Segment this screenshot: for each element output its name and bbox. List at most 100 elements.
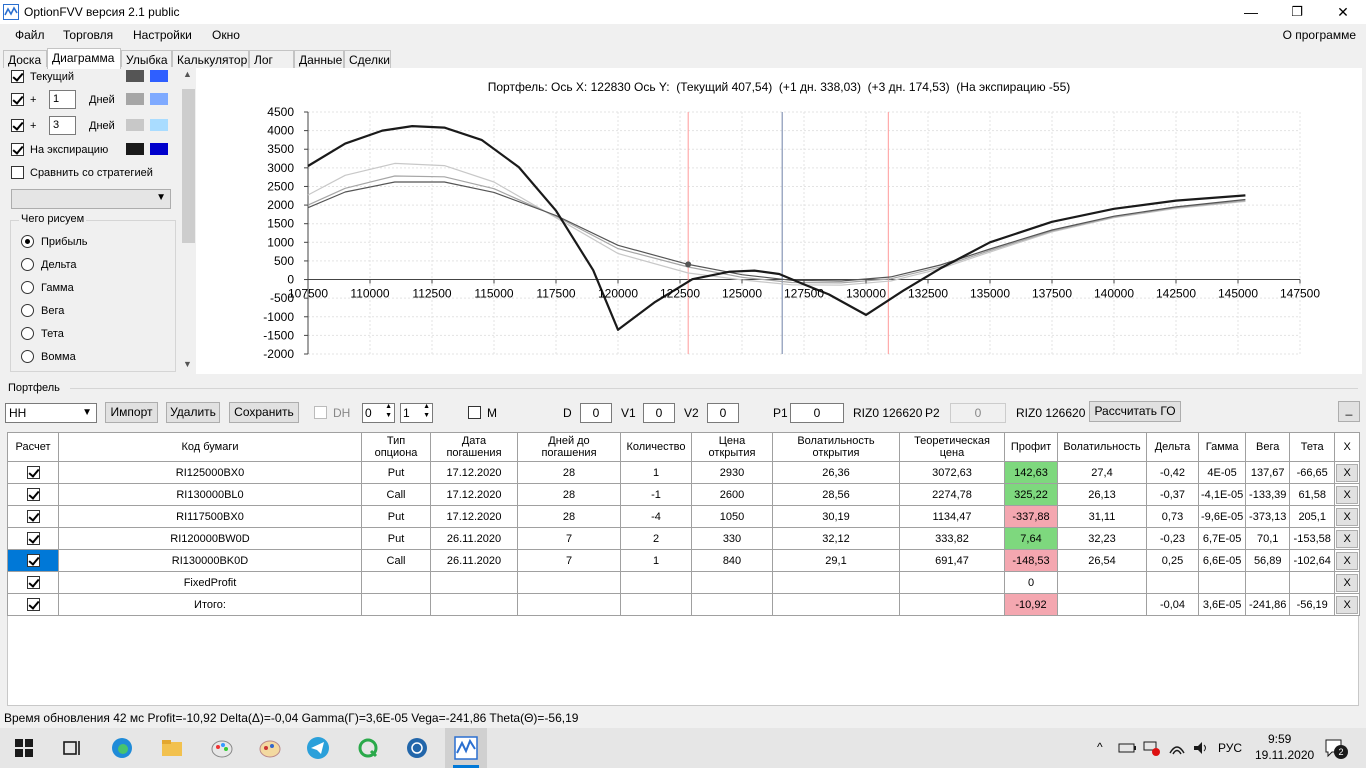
cell-gamma[interactable]: 3,6E-05 [1197, 593, 1247, 616]
row-calc-cell[interactable] [7, 527, 59, 550]
cell-vol[interactable]: 26,54 [1057, 549, 1147, 572]
cell-code[interactable]: FixedProfit [58, 571, 362, 594]
spin-b-input[interactable]: 1 ▲ ▼ [400, 403, 433, 423]
row-delete-cell[interactable]: X [1334, 571, 1361, 594]
chart-panel[interactable]: Портфель: Ось X: 122830 Ось Y: (Текущий … [196, 68, 1362, 374]
tab-deals[interactable]: Сделки [344, 50, 391, 68]
cell-date[interactable]: 17.12.2020 [430, 505, 518, 528]
row-delete-button[interactable]: X [1336, 529, 1359, 548]
cell-code[interactable]: Итого: [58, 593, 362, 616]
plus3-color-gray[interactable] [126, 119, 144, 131]
col-header-x[interactable]: X [1334, 432, 1361, 462]
row-calc-checkbox[interactable] [26, 598, 40, 611]
optionfvv-app-icon[interactable] [454, 736, 478, 760]
radio-profit[interactable] [21, 235, 34, 248]
cell-delta[interactable]: -0,42 [1146, 461, 1199, 484]
cell-days[interactable]: 28 [517, 483, 621, 506]
cell-delta[interactable]: -0,23 [1146, 527, 1199, 550]
cell-qty[interactable]: -1 [620, 483, 692, 506]
cell-price[interactable]: 2930 [691, 461, 773, 484]
minimize-button[interactable]: — [1228, 0, 1274, 24]
compare-strategy-checkbox[interactable] [11, 166, 24, 179]
cell-days[interactable] [517, 593, 621, 616]
row-delete-cell[interactable]: X [1334, 527, 1361, 550]
telegram-icon[interactable] [306, 736, 330, 760]
cell-qty[interactable]: -4 [620, 505, 692, 528]
radio-delta[interactable] [21, 258, 34, 271]
row-delete-cell[interactable]: X [1334, 483, 1361, 506]
keyboard-language[interactable]: РУС [1218, 741, 1242, 755]
scroll-up-icon[interactable]: ▲ [183, 69, 192, 79]
row-calc-cell[interactable] [7, 461, 59, 484]
left-panel-scrollbar[interactable]: ▲ ▼ [180, 67, 197, 373]
menu-file[interactable]: Файл [15, 28, 45, 42]
plus1-checkbox[interactable] [11, 93, 24, 106]
cell-theo[interactable]: 691,47 [899, 549, 1005, 572]
plus3-color-blue[interactable] [150, 119, 168, 131]
close-button[interactable]: ✕ [1320, 0, 1366, 24]
cell-theta[interactable]: 205,1 [1289, 505, 1336, 528]
table-row[interactable]: RI130000BK0D Call 26.11.2020 7 1 840 29,1 691,4… [7, 549, 1361, 572]
cell-code[interactable]: RI130000BL0 [58, 483, 362, 506]
row-calc-cell[interactable] [7, 571, 59, 594]
file-explorer-icon[interactable] [160, 736, 184, 760]
row-calc-checkbox[interactable] [26, 576, 40, 589]
row-calc-checkbox[interactable] [26, 466, 40, 479]
table-row[interactable]: Итого: -10,92 -0,04 3,6E-05 -241,86 -56,19 X [7, 593, 1361, 616]
cell-type[interactable]: Put [361, 527, 431, 550]
paint-icon[interactable] [210, 736, 234, 760]
spin-arrows-icon[interactable]: ▲ ▼ [423, 402, 430, 420]
cell-gamma[interactable]: -4,1E-05 [1197, 483, 1247, 506]
col-header-delta[interactable]: Дельта [1146, 432, 1199, 462]
portfolio-combobox[interactable]: НН ▼ [5, 403, 97, 423]
tab-calculator[interactable]: Калькулятор [172, 50, 249, 68]
col-header-type[interactable]: Тип опциона [361, 432, 431, 462]
cell-date[interactable] [430, 593, 518, 616]
cell-vega[interactable]: -373,13 [1245, 505, 1291, 528]
cell-vol-open[interactable]: 26,36 [772, 461, 900, 484]
menu-trading[interactable]: Торговля [63, 28, 113, 42]
cell-vol-open[interactable]: 29,1 [772, 549, 900, 572]
cell-code[interactable]: RI125000BX0 [58, 461, 362, 484]
row-calc-cell[interactable] [7, 483, 59, 506]
battery-icon[interactable] [1118, 741, 1138, 755]
d-input[interactable]: 0 [580, 403, 612, 423]
cell-type[interactable]: Put [361, 461, 431, 484]
save-button[interactable]: Сохранить [229, 402, 299, 423]
table-row[interactable]: RI125000BX0 Put 17.12.2020 28 1 2930 26,36 3072… [7, 461, 1361, 484]
plus3-days-input[interactable]: 3 [49, 116, 76, 135]
cell-theo[interactable]: 2274,78 [899, 483, 1005, 506]
cell-theo[interactable]: 1134,47 [899, 505, 1005, 528]
col-header-profit[interactable]: Профит [1004, 432, 1058, 462]
expiry-color-black[interactable] [126, 143, 144, 155]
menu-window[interactable]: Окно [212, 28, 240, 42]
network-app-icon[interactable] [405, 736, 429, 760]
cell-vol-open[interactable]: 32,12 [772, 527, 900, 550]
row-delete-button[interactable]: X [1336, 595, 1359, 614]
plus1-days-input[interactable]: 1 [49, 90, 76, 109]
cell-theo[interactable] [899, 593, 1005, 616]
cell-delta[interactable]: 0,25 [1146, 549, 1199, 572]
cell-vol-open[interactable]: 30,19 [772, 505, 900, 528]
tab-log[interactable]: Лог [249, 50, 294, 68]
row-calc-cell[interactable] [7, 505, 59, 528]
cell-theo[interactable] [899, 571, 1005, 594]
plus3-checkbox[interactable] [11, 119, 24, 132]
cell-vol[interactable] [1057, 571, 1147, 594]
row-calc-checkbox[interactable] [26, 554, 40, 567]
col-header-code[interactable]: Код бумаги [58, 432, 362, 462]
current-color-blue[interactable] [150, 70, 168, 82]
row-delete-cell[interactable]: X [1334, 593, 1361, 616]
row-delete-button[interactable]: X [1336, 551, 1359, 570]
cell-vega[interactable] [1245, 571, 1291, 594]
tab-data[interactable]: Данные [294, 50, 344, 68]
cell-theta[interactable]: -102,64 [1289, 549, 1336, 572]
current-color-gray[interactable] [126, 70, 144, 82]
col-header-price[interactable]: Цена открытия [691, 432, 773, 462]
tray-date[interactable]: 19.11.2020 [1255, 748, 1314, 762]
import-button[interactable]: Импорт [105, 402, 158, 423]
cell-days[interactable]: 7 [517, 527, 621, 550]
cell-vol[interactable] [1057, 593, 1147, 616]
spin-a-input[interactable]: 0 ▲ ▼ [362, 403, 395, 423]
row-calc-cell[interactable] [7, 593, 59, 616]
